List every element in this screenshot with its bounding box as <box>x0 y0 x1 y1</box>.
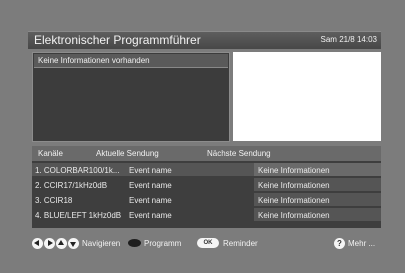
video-preview <box>233 52 381 141</box>
column-channels: Kanäle <box>38 149 63 158</box>
current-event: Event name <box>129 181 172 190</box>
channel-row[interactable]: 3. CCIR18 Event name Keine Informationen <box>32 193 381 207</box>
navigate-hint: Navigieren <box>82 239 121 248</box>
channel-list: Kanäle Aktuelle Sendung Nächste Sendung … <box>32 146 381 228</box>
program-info-text: Keine Informationen vorhanden <box>38 56 150 65</box>
channel-row[interactable]: 4. BLUE/LEFT 1kHz0dB Event name Keine In… <box>32 208 381 222</box>
current-event: Event name <box>129 196 172 205</box>
current-event: Event name <box>129 166 172 175</box>
page-title: Elektronischer Programmführer <box>34 33 201 47</box>
epg-screen: Elektronischer Programmführer Sam 21/8 1… <box>0 0 405 273</box>
ok-button-icon: OK <box>197 238 219 248</box>
more-hint: Mehr ... <box>348 239 376 248</box>
arrow-up-icon <box>56 238 67 249</box>
arrow-right-icon <box>44 238 55 249</box>
dark-button-icon <box>128 239 141 247</box>
channel-name: 1. COLORBAR100/1k... <box>35 166 120 175</box>
next-event: Keine Informationen <box>258 166 330 175</box>
arrow-left-icon <box>32 238 43 249</box>
current-event: Event name <box>129 211 172 220</box>
header-bar: Elektronischer Programmführer Sam 21/8 1… <box>28 31 381 49</box>
list-header: Kanäle Aktuelle Sendung Nächste Sendung <box>32 146 381 161</box>
column-next: Nächste Sendung <box>207 149 271 158</box>
channel-name: 2. CCIR17/1kHz0dB <box>35 181 108 190</box>
help-icon: ? <box>334 238 345 249</box>
program-info-panel: Keine Informationen vorhanden <box>32 52 230 142</box>
next-event: Keine Informationen <box>258 196 330 205</box>
program-hint: Programm <box>144 239 182 248</box>
arrow-down-icon <box>68 238 79 249</box>
column-current: Aktuelle Sendung <box>96 149 159 158</box>
channel-row[interactable]: 1. COLORBAR100/1k... Event name Keine In… <box>32 163 381 177</box>
navigation-keys <box>32 238 79 249</box>
channel-row[interactable]: 2. CCIR17/1kHz0dB Event name Keine Infor… <box>32 178 381 192</box>
next-event: Keine Informationen <box>258 181 330 190</box>
footer-bar: Navigieren Programm OK Reminder ? Mehr .… <box>28 233 381 255</box>
channel-name: 4. BLUE/LEFT 1kHz0dB <box>35 211 122 220</box>
channel-name: 3. CCIR18 <box>35 196 73 205</box>
date-time: Sam 21/8 14:03 <box>320 35 377 44</box>
program-info-row: Keine Informationen vorhanden <box>34 54 228 68</box>
reminder-hint: Reminder <box>223 239 258 248</box>
next-event: Keine Informationen <box>258 211 330 220</box>
